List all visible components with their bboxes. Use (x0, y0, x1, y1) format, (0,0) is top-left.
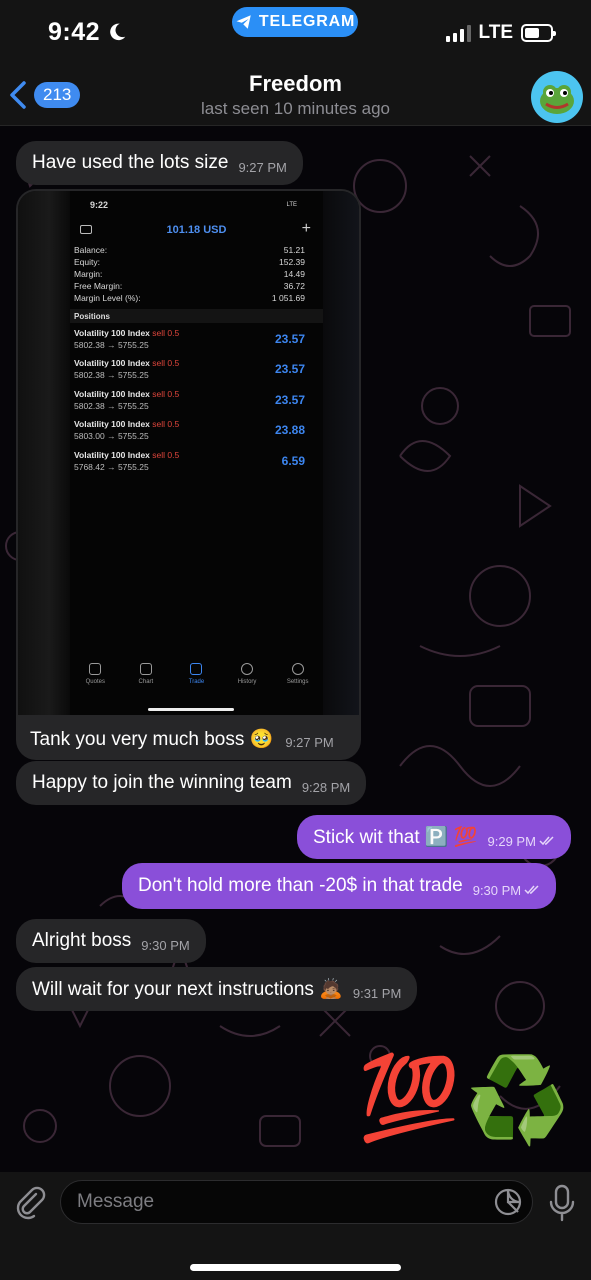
position-profit: 23.57 (274, 332, 305, 346)
status-time: 9:42 (48, 18, 101, 46)
screenshot-time: 9:22 (90, 200, 109, 210)
message-time: 9:27 PM (238, 159, 287, 175)
blurred-edge (323, 191, 359, 715)
tab-trade: Trade (176, 663, 216, 685)
screenshot-network: LTE (286, 202, 297, 208)
last-seen-status: last seen 10 minutes ago (200, 99, 390, 118)
message-text: Have used the lots size (32, 152, 229, 173)
chat-title[interactable]: Freedom (0, 71, 591, 97)
message-bubble-incoming[interactable]: Happy to join the winning team 9:28 PM (16, 761, 367, 805)
plus-icon: + (301, 220, 311, 237)
message-bubble-outgoing[interactable]: Stick wit that 🅿️ 💯 9:29 PM (297, 815, 571, 859)
screenshot-tabbar: Quotes Chart Trade History Settings (70, 663, 323, 685)
screenshot-home-indicator (148, 708, 234, 711)
summary-row: Balance: 51.21 (74, 245, 305, 255)
read-checkmarks-icon (539, 836, 554, 846)
message-text: Tank you very much boss 🥹 (30, 728, 274, 750)
position-profit: 23.88 (274, 423, 305, 437)
message-time: 9:30 PM (141, 937, 190, 953)
chat-header: 213 Freedom last seen 10 minutes ago (0, 64, 591, 126)
position-symbol: Volatility 100 Index sell 0.5 (74, 328, 180, 338)
position-prices: 5768.42 → 5755.25 (74, 462, 149, 472)
message-bubble-incoming[interactable]: Alright boss 9:30 PM (16, 919, 206, 963)
sticker-icon[interactable] (494, 1188, 522, 1216)
moon-icon (110, 23, 126, 41)
blurred-edge (18, 191, 70, 715)
position-symbol: Volatility 100 Index sell 0.5 (74, 419, 180, 429)
battery-icon (521, 24, 556, 42)
summary-row: Margin: 14.49 (74, 269, 305, 279)
tab-chart: Chart (126, 663, 166, 685)
telegram-plane-icon (236, 15, 251, 29)
tab-quotes: Quotes (75, 663, 115, 685)
position-symbol: Volatility 100 Index sell 0.5 (74, 450, 180, 460)
composer-bar (0, 1172, 591, 1280)
message-time: 9:30 PM (472, 882, 522, 898)
message-text: Stick wit that 🅿️ 💯 (313, 827, 478, 848)
hundred-points-sticker[interactable]: 💯 (358, 1058, 460, 1140)
position-prices: 5803.00 → 5755.25 (74, 431, 149, 441)
telegram-pill-label: TELEGRAM (258, 13, 356, 30)
position-prices: 5802.38 → 5755.25 (74, 370, 149, 380)
network-label: LTE (478, 22, 513, 43)
position-profit: 6.59 (281, 454, 305, 468)
recycle-sticker[interactable]: ♻️ (465, 1058, 570, 1142)
message-time: 9:29 PM (487, 833, 536, 849)
image-caption: Tank you very much boss 🥹 9:27 PM (30, 717, 334, 760)
message-input[interactable] (60, 1180, 533, 1224)
screenshot-balance-title: 101.18 USD (166, 224, 227, 236)
position-prices: 5802.38 → 5755.25 (74, 401, 149, 411)
position-symbol: Volatility 100 Index sell 0.5 (74, 389, 180, 399)
paperclip-icon[interactable] (12, 1184, 48, 1220)
message-text: Alright boss (32, 930, 132, 951)
shared-screenshot[interactable]: 9:22 LTE 101.18 USD + Balance: 51.21 Equi… (18, 191, 359, 715)
position-profit: 23.57 (274, 362, 305, 376)
message-time: 9:27 PM (285, 735, 334, 750)
read-checkmarks-icon (524, 885, 539, 895)
summary-row: Equity: 152.39 (74, 257, 305, 267)
summary-row: Free Margin: 36.72 (74, 281, 305, 291)
position-symbol: Volatility 100 Index sell 0.5 (74, 358, 180, 368)
frog-avatar-icon (540, 85, 574, 114)
message-bubble-incoming[interactable]: Will wait for your next instructions 🙇🏽 … (16, 967, 418, 1011)
message-text: Happy to join the winning team (32, 772, 292, 793)
message-time: 9:31 PM (352, 985, 402, 1001)
position-profit: 23.57 (274, 393, 305, 407)
home-indicator (190, 1264, 401, 1271)
image-message-bubble[interactable]: 9:22 LTE 101.18 USD + Balance: 51.21 Equi… (16, 189, 361, 760)
position-prices: 5802.38 → 5755.25 (74, 340, 149, 350)
status-indicators: LTE (445, 22, 556, 44)
message-text: Don't hold more than -20$ in that trade (138, 875, 463, 896)
status-bar: 9:42 TELEGRAM LTE (0, 0, 591, 64)
message-text: Will wait for your next instructions 🙇🏽 (32, 979, 343, 1000)
message-time: 9:28 PM (301, 779, 351, 795)
positions-heading: Positions (74, 312, 111, 321)
message-bubble-incoming[interactable]: Have used the lots size 9:27 PM (16, 141, 303, 185)
tab-history: History (227, 663, 267, 685)
summary-row: Margin Level (%): 1 051.69 (74, 293, 305, 303)
avatar[interactable] (531, 71, 583, 123)
trading-app-screenshot: 9:22 LTE 101.18 USD + Balance: 51.21 Equi… (70, 191, 323, 715)
tab-settings: Settings (278, 663, 318, 685)
telegram-pill[interactable]: TELEGRAM (232, 7, 358, 37)
signal-icon (445, 24, 471, 42)
microphone-icon[interactable] (547, 1184, 577, 1222)
message-bubble-outgoing[interactable]: Don't hold more than -20$ in that trade … (122, 863, 557, 909)
